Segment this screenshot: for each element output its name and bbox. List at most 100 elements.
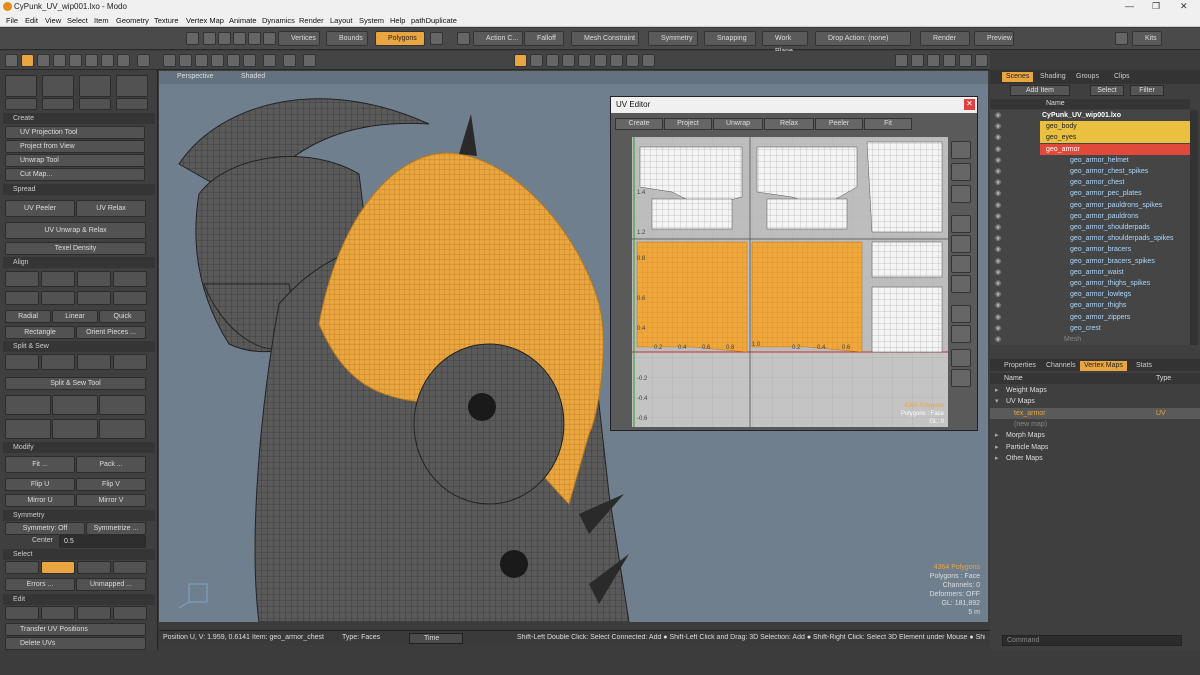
split-sew-tool-button[interactable]: Split & Sew Tool	[5, 377, 146, 390]
uv-tool-icon-3[interactable]	[79, 75, 111, 97]
view-cube-icon[interactable]	[163, 54, 176, 67]
scene-filter-button[interactable]: Filter	[1130, 85, 1164, 96]
split-sew-icon-2[interactable]	[41, 354, 75, 370]
split-sew-section-header[interactable]: Split & Sew	[3, 341, 155, 352]
uv-tool-icon-6[interactable]	[42, 98, 74, 110]
align-section-header[interactable]: Align	[3, 257, 155, 268]
view-grid-icon[interactable]	[179, 54, 192, 67]
uv-arrow-left-icon[interactable]	[951, 349, 971, 367]
uv-tool-icon-1[interactable]	[5, 75, 37, 97]
scene-item-row[interactable]: ◉ geo_armor_waist	[990, 267, 1190, 278]
pivot-icon[interactable]	[203, 32, 216, 45]
rotate-180-icon[interactable]	[77, 291, 111, 305]
menu-layout[interactable]: Layout	[330, 16, 353, 25]
item-mode-icon[interactable]	[186, 32, 199, 45]
visibility-eye-icon[interactable]: ◉	[995, 233, 1001, 244]
time-button[interactable]: Time	[409, 633, 463, 644]
linear-button[interactable]: Linear	[52, 310, 98, 323]
uv-relax-button[interactable]: UV Relax	[76, 200, 146, 217]
scene-item-row[interactable]: ◉ geo_armor_pec_plates	[990, 188, 1190, 199]
menu-item[interactable]: Item	[94, 16, 109, 25]
schematic-layout-icon[interactable]	[610, 54, 623, 67]
visibility-eye-icon[interactable]: ◉	[995, 200, 1001, 211]
select-icon-4[interactable]	[113, 561, 147, 574]
flip-v-button[interactable]: Flip V	[76, 478, 146, 491]
edges-mode-icon[interactable]	[218, 32, 231, 45]
edit-icon-2[interactable]	[41, 606, 75, 620]
vmap-row[interactable]: UV Maps ▾	[990, 396, 1200, 407]
cube-icon[interactable]	[5, 54, 18, 67]
falloff-button[interactable]: Falloff	[524, 31, 564, 46]
render-layout-icon[interactable]	[562, 54, 575, 67]
render-button[interactable]: Render	[920, 31, 970, 46]
scene-item-row[interactable]: ◉ geo_body	[990, 121, 1190, 133]
sew-icon-1[interactable]	[5, 395, 51, 415]
modify-section-header[interactable]: Modify	[3, 442, 155, 453]
visibility-eye-icon[interactable]: ◉	[995, 144, 1001, 155]
sew-icon-6[interactable]	[99, 419, 146, 439]
expand-arrow-icon[interactable]: ▸	[995, 430, 999, 441]
align-down-icon[interactable]	[41, 271, 75, 287]
tab-properties[interactable]: Properties	[1000, 361, 1040, 371]
uv-arrow-right-icon[interactable]	[951, 369, 971, 387]
view-split-icon[interactable]	[195, 54, 208, 67]
tab-groups[interactable]: Groups	[1072, 72, 1103, 82]
uv-tab-relax[interactable]: Relax	[764, 118, 814, 130]
grid-icon[interactable]	[101, 54, 114, 67]
menu-system[interactable]: System	[359, 16, 384, 25]
uv-tool-icon-8[interactable]	[116, 98, 148, 110]
modeling-layout-icon[interactable]	[530, 54, 543, 67]
frame-icon[interactable]	[117, 54, 130, 67]
preview-button[interactable]: Preview	[974, 31, 1014, 46]
symmetry-button[interactable]: Symmetry	[648, 31, 698, 46]
scene-item-row[interactable]: ◉ geo_armor_shoulderpads	[990, 222, 1190, 233]
uv-arrow-down-icon[interactable]	[951, 325, 971, 343]
uv-tab-create[interactable]: Create	[615, 118, 663, 130]
uv-grid-icon[interactable]	[951, 275, 971, 293]
settings-icon[interactable]	[457, 32, 470, 45]
lock-icon[interactable]	[943, 54, 956, 67]
menu-animate[interactable]: Animate	[229, 16, 257, 25]
scene-item-row[interactable]: ◉ geo_armor_bracers_spikes	[990, 256, 1190, 267]
split-sew-icon-4[interactable]	[113, 354, 147, 370]
script-layout-icon[interactable]	[626, 54, 639, 67]
bounds-button[interactable]: Bounds	[326, 31, 368, 46]
animate-layout-icon[interactable]	[546, 54, 559, 67]
visibility-eye-icon[interactable]: ◉	[995, 222, 1001, 233]
view-wide-icon[interactable]	[263, 54, 276, 67]
mirror-u-button[interactable]: Mirror U	[5, 494, 75, 507]
visibility-eye-icon[interactable]: ◉	[995, 267, 1001, 278]
vmap-row[interactable]: Weight Maps ▸	[990, 385, 1200, 396]
select-icon-1[interactable]	[5, 561, 39, 574]
uv-editor-close-icon[interactable]: ✕	[964, 99, 975, 110]
snapping-button[interactable]: Snapping	[704, 31, 756, 46]
search-icon[interactable]	[1115, 32, 1128, 45]
select-section-header[interactable]: Select	[3, 549, 155, 560]
uv-shape-icon[interactable]	[951, 255, 971, 273]
maximize-icon[interactable]: ❐	[1152, 1, 1160, 12]
layer-icon[interactable]	[69, 54, 82, 67]
menu-render[interactable]: Render	[299, 16, 324, 25]
uv-tab-icon[interactable]	[21, 54, 34, 67]
view-type-dropdown[interactable]: Perspective	[177, 73, 214, 80]
uv-tool-icon-7[interactable]	[79, 98, 111, 110]
tab-channels[interactable]: Channels	[1042, 361, 1080, 371]
uv-rotate-icon[interactable]	[951, 163, 971, 181]
grid-toggle-icon[interactable]	[895, 54, 908, 67]
sew-icon-3[interactable]	[99, 395, 146, 415]
rotate-ccw-icon[interactable]	[5, 291, 39, 305]
tab-clips[interactable]: Clips	[1110, 72, 1134, 82]
visibility-eye-icon[interactable]: ◉	[995, 132, 1001, 143]
symmetry-off-dropdown[interactable]: Symmetry: Off	[5, 522, 85, 535]
vmap-row[interactable]: Morph Maps ▸	[990, 430, 1200, 441]
uv-tool-icon-2[interactable]	[42, 75, 74, 97]
delete-uvs-button[interactable]: Delete UVs	[5, 637, 146, 650]
scene-item-row[interactable]: ◉ geo_armor_chest_spikes	[990, 166, 1190, 177]
vmap-row[interactable]: Particle Maps ▸	[990, 442, 1200, 453]
visibility-eye-icon[interactable]: ◉	[995, 312, 1001, 323]
mesh-constraint-button[interactable]: Mesh Constraint	[571, 31, 639, 46]
visibility-eye-icon[interactable]: ◉	[995, 155, 1001, 166]
expand-arrow-icon[interactable]: ▸	[995, 385, 999, 396]
uv-tab-fit[interactable]: Fit	[864, 118, 912, 130]
scene-item-row[interactable]: ◉ geo_eyes	[990, 132, 1190, 144]
